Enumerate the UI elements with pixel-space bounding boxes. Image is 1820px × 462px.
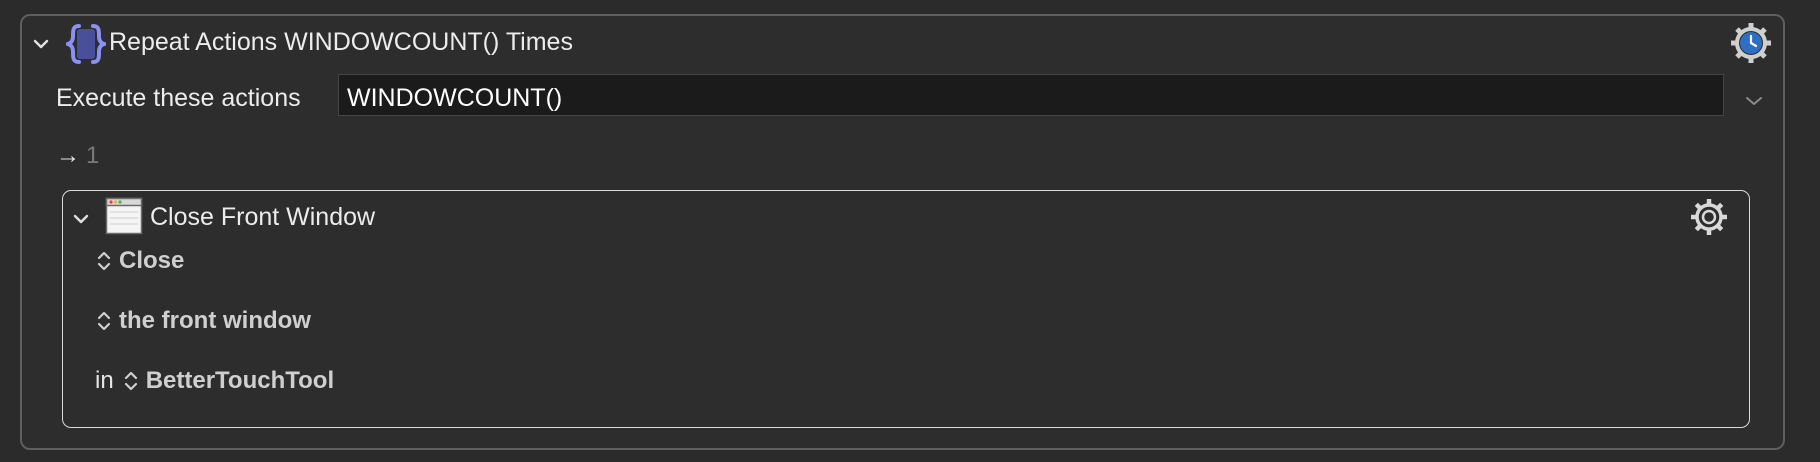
action-title: Repeat Actions WINDOWCOUNT() Times (109, 28, 573, 56)
execute-label: Execute these actions (56, 84, 301, 112)
chevron-down-icon[interactable] (71, 209, 91, 229)
chevron-down-icon[interactable] (31, 34, 51, 54)
application-popup[interactable]: BetterTouchTool (146, 367, 334, 395)
evaluated-count: 1 (86, 142, 100, 169)
count-expression-field[interactable]: WINDOWCOUNT() (338, 74, 1724, 116)
up-down-arrows-icon (97, 251, 111, 271)
up-down-arrows-icon[interactable] (122, 368, 140, 394)
action-type-popup[interactable]: Close (95, 247, 184, 275)
repeat-actions-block: Repeat Actions WINDOWCOUNT() Times Execu… (20, 14, 1785, 450)
in-label: in (95, 367, 114, 394)
action-title: Close Front Window (150, 203, 376, 231)
gear-icon[interactable] (1689, 197, 1729, 237)
gear-clock-icon[interactable] (1729, 21, 1773, 65)
evaluated-count-row: → 1 (56, 142, 99, 170)
dropdown-chevron-icon[interactable] (1744, 91, 1764, 111)
window-target-value: the front window (119, 307, 311, 334)
application-row: in BetterTouchTool (95, 367, 334, 395)
braces-icon (66, 24, 106, 64)
up-down-arrows-icon (97, 311, 111, 331)
window-target-popup[interactable]: the front window (95, 307, 311, 335)
arrow-right-icon: → (56, 142, 80, 169)
close-window-action-block: Close Front Window Close the front windo… (62, 190, 1750, 428)
window-icon (105, 197, 143, 235)
action-type-value: Close (119, 247, 185, 274)
